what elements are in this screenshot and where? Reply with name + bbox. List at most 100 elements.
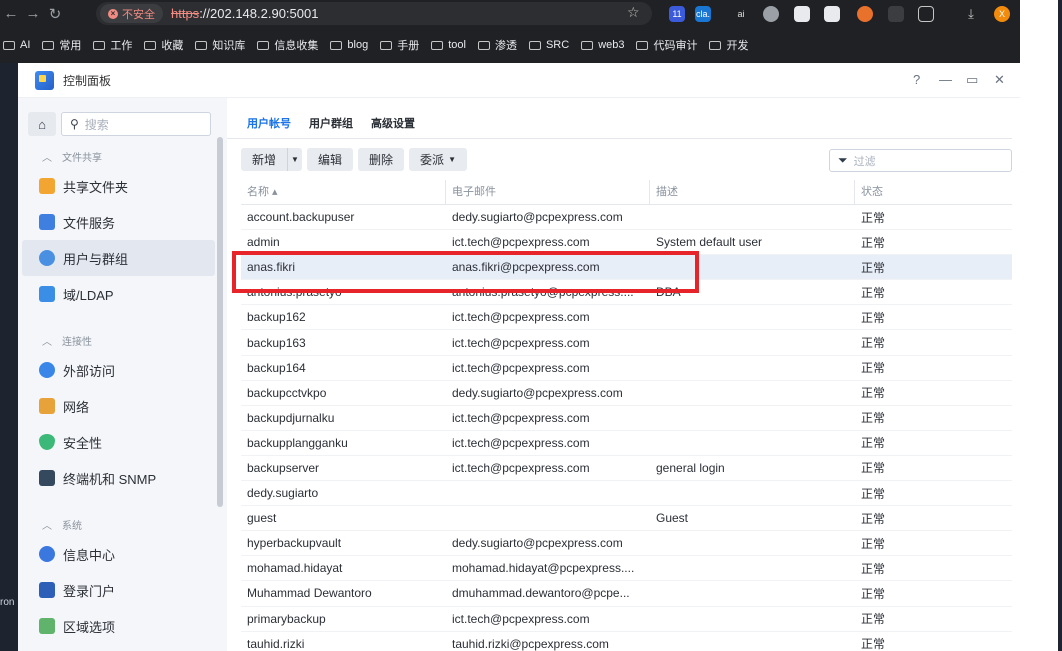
extensions-puzzle-icon[interactable] xyxy=(918,6,934,22)
bookmark-folder[interactable]: 渗透 xyxy=(477,37,517,53)
sidebar-item-regional-options[interactable]: 区域选项 xyxy=(22,608,215,644)
extension-icon[interactable]: 11 xyxy=(669,6,685,22)
cell-status: 正常 xyxy=(861,285,886,300)
table-row[interactable]: tauhid.rizki tauhid.rizki@pcpexpress.com 正… xyxy=(241,632,1012,651)
bookmark-folder[interactable]: 知识库 xyxy=(195,37,245,53)
bookmark-folder[interactable]: web3 xyxy=(581,39,624,51)
bookmark-folder[interactable]: tool xyxy=(431,39,466,51)
address-bar[interactable]: × 不安全 https ://202.148.2.90:5001 xyxy=(96,2,652,25)
bookmark-folder[interactable]: 常用 xyxy=(42,37,81,53)
tab-advanced-settings[interactable]: 高级设置 xyxy=(371,115,415,131)
tab-user-accounts[interactable]: 用户帐号 xyxy=(247,115,291,131)
main-content: 用户帐号 用户群组 高级设置 新增 ▼ 编辑 删除 委派 ▼ ⏷ 过滤 名称 ▴ … xyxy=(227,98,1020,651)
sidebar-item-user-group[interactable]: 用户与群组 xyxy=(22,240,215,276)
bookmark-folder[interactable]: SRC xyxy=(528,39,569,51)
security-chip[interactable]: × 不安全 xyxy=(100,4,163,23)
table-row[interactable]: account.backupuser dedy.sugiarto@pcpexpre… xyxy=(241,205,1012,231)
table-row[interactable]: backupplangganku ict.tech@pcpexpress.com 正… xyxy=(241,431,1012,456)
extension-icon[interactable] xyxy=(824,6,840,22)
folder-icon xyxy=(477,40,490,50)
extension-icon[interactable] xyxy=(794,6,810,22)
column-header-description[interactable]: 描述 xyxy=(650,179,855,205)
section-header-system[interactable]: ︿ 系统 xyxy=(42,517,82,532)
cell-status: 正常 xyxy=(861,260,886,275)
table-row[interactable]: guest Guest 正常 xyxy=(241,506,1012,532)
table-row[interactable]: backup162 ict.tech@pcpexpress.com 正常 xyxy=(241,305,1012,331)
table-row[interactable]: hyperbackupvault dedy.sugiarto@pcpexpress… xyxy=(241,531,1012,557)
cell-email: ict.tech@pcpexpress.com xyxy=(452,410,590,425)
bookmark-folder[interactable]: blog xyxy=(330,39,368,51)
section-header-connectivity[interactable]: ︿ 连接性 xyxy=(42,333,92,348)
info-icon xyxy=(39,546,55,562)
extension-icon[interactable]: ai xyxy=(733,6,749,22)
extension-icon[interactable] xyxy=(888,6,904,22)
sidebar-item-info-center[interactable]: 信息中心 xyxy=(22,536,215,572)
bookmark-folder[interactable]: 代码审计 xyxy=(636,37,697,53)
column-header-email[interactable]: 电子邮件 xyxy=(446,179,650,205)
help-button[interactable]: ? xyxy=(913,72,920,87)
bookmark-star-icon[interactable]: ☆ xyxy=(627,4,640,21)
delegate-button[interactable]: 委派 ▼ xyxy=(409,148,467,171)
maximize-button[interactable]: ▭ xyxy=(966,72,978,88)
table-row[interactable]: backupserver ict.tech@pcpexpress.com gener… xyxy=(241,456,1012,482)
extension-icon[interactable]: cla. xyxy=(695,6,711,22)
column-header-status[interactable]: 状态 xyxy=(855,180,1012,205)
table-row[interactable]: dedy.sugiarto 正常 xyxy=(241,481,1012,507)
reload-icon[interactable]: ↻ xyxy=(44,5,66,23)
bookmark-folder[interactable]: 手册 xyxy=(380,37,419,53)
bookmark-folder[interactable]: 信息收集 xyxy=(257,37,318,53)
table-row[interactable]: primarybackup ict.tech@pcpexpress.com 正常 xyxy=(241,607,1012,632)
sidebar-item-domain-ldap[interactable]: 域/LDAP xyxy=(22,276,215,312)
bookmark-folder[interactable]: AI xyxy=(3,39,30,51)
search-input[interactable]: ⚲ 搜索 xyxy=(61,112,211,136)
cell-email: dedy.sugiarto@pcpexpress.com xyxy=(452,536,623,551)
desktop-background: ron xyxy=(0,63,18,651)
sidebar-item-network[interactable]: 网络 xyxy=(22,388,215,424)
edit-button[interactable]: 编辑 xyxy=(307,148,354,171)
cell-status: 正常 xyxy=(861,536,886,551)
table-row[interactable]: admin ict.tech@pcpexpress.com System defau… xyxy=(241,230,1012,256)
back-icon[interactable]: ← xyxy=(0,5,22,22)
filter-input[interactable]: ⏷ 过滤 xyxy=(829,149,1012,172)
url-scheme: https xyxy=(171,6,200,21)
sidebar-item-shared-folder[interactable]: 共享文件夹 xyxy=(22,168,215,204)
minimize-button[interactable]: — xyxy=(939,72,952,87)
shield-icon xyxy=(39,434,55,450)
cell-status: 正常 xyxy=(861,561,886,576)
folder-icon xyxy=(257,40,270,50)
sidebar-item-file-services[interactable]: 文件服务 xyxy=(22,204,215,240)
download-icon[interactable]: ⤓ xyxy=(963,6,979,22)
table-row[interactable]: backup164 ict.tech@pcpexpress.com 正常 xyxy=(241,356,1012,381)
cell-name: backupserver xyxy=(247,460,320,475)
home-button[interactable]: ⌂ xyxy=(28,112,56,136)
sidebar-item-terminal-snmp[interactable]: 终端机和 SNMP xyxy=(22,460,215,496)
table-row[interactable]: Muhammad Dewantoro dmuhammad.dewantoro@pc… xyxy=(241,581,1012,607)
bookmark-folder[interactable]: 工作 xyxy=(93,37,132,53)
table-row[interactable]: backupdjurnalku ict.tech@pcpexpress.com 正常 xyxy=(241,406,1012,431)
delete-button[interactable]: 删除 xyxy=(358,148,405,171)
sidebar-scrollbar[interactable] xyxy=(217,137,223,507)
column-header-name[interactable]: 名称 ▴ xyxy=(241,179,446,205)
chevron-down-icon[interactable]: ▼ xyxy=(287,148,302,171)
extension-icon[interactable] xyxy=(857,6,873,22)
bookmark-folder[interactable]: 收藏 xyxy=(144,37,183,53)
profile-avatar[interactable]: X xyxy=(994,6,1010,22)
section-header-file-sharing[interactable]: ︿ 文件共享 xyxy=(42,149,102,164)
url-host: ://202.148.2.90:5001 xyxy=(199,6,319,21)
table-row[interactable]: anas.fikri anas.fikri@pcpexpress.com 正常 xyxy=(241,255,1012,281)
table-row[interactable]: antonius.prasetyo antonius.prasetyo@pcpex… xyxy=(241,280,1012,306)
tab-divider xyxy=(227,138,1012,139)
table-row[interactable]: mohamad.hidayat mohamad.hidayat@pcpexpres… xyxy=(241,556,1012,582)
sidebar: ⌂ ⚲ 搜索 ︿ 文件共享 共享文件夹 文件服务 用户与群组 域/LDAP ︿ 连接… xyxy=(18,98,227,651)
tab-user-groups[interactable]: 用户群组 xyxy=(309,115,353,131)
sidebar-item-security[interactable]: 安全性 xyxy=(22,424,215,460)
sidebar-item-external-access[interactable]: 外部访问 xyxy=(22,352,215,388)
bookmark-folder[interactable]: 开发 xyxy=(709,37,748,53)
create-button[interactable]: 新增 ▼ xyxy=(241,148,303,171)
table-row[interactable]: backup163 ict.tech@pcpexpress.com 正常 xyxy=(241,330,1012,356)
extension-icon[interactable] xyxy=(763,6,779,22)
forward-icon[interactable]: → xyxy=(22,5,44,22)
sidebar-item-login-portal[interactable]: 登录门户 xyxy=(22,572,215,608)
table-row[interactable]: backupcctvkpo dedy.sugiarto@pcpexpress.co… xyxy=(241,381,1012,406)
close-button[interactable]: ✕ xyxy=(994,72,1005,88)
